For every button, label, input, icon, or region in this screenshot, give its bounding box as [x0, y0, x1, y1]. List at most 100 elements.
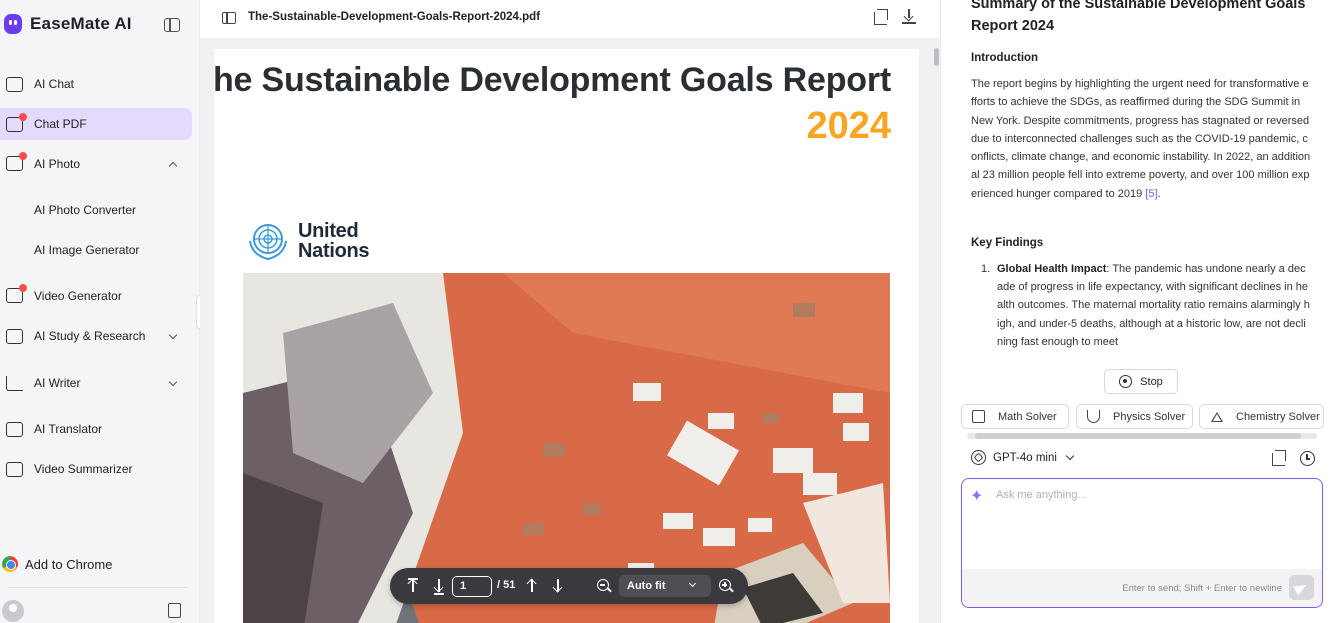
- model-name: GPT-4o mini: [993, 451, 1057, 464]
- sidebar-item-label: AI Photo: [34, 157, 81, 171]
- pdf-page-year: 2024: [806, 105, 891, 147]
- physics-solver-button[interactable]: Physics Solver: [1076, 404, 1193, 429]
- chevron-down-icon: [1065, 451, 1075, 460]
- tools-scrollbar[interactable]: [975, 433, 1301, 439]
- sidebar-item-chat-pdf[interactable]: Chat PDF: [0, 108, 192, 140]
- chevron-down-icon: [688, 579, 697, 588]
- sidebar-collapse-icon[interactable]: [164, 18, 180, 32]
- zoom-select-value: Auto fit: [627, 580, 666, 592]
- un-wordmark: United Nations: [298, 220, 370, 262]
- citation-link[interactable]: [5]: [1145, 188, 1157, 200]
- sidebar-item-ai-photo[interactable]: AI Photo: [0, 148, 192, 180]
- section-heading-key-findings: Key Findings: [971, 237, 1044, 249]
- brand[interactable]: EaseMate AI: [4, 14, 132, 34]
- sidebar-item-label: AI Writer: [34, 376, 81, 390]
- video-icon: [6, 284, 27, 303]
- sidebar-item-label: AI Study & Research: [34, 329, 146, 343]
- sidebar-item-ai-photo-converter[interactable]: AI Photo Converter: [0, 194, 192, 226]
- pen-icon: [6, 376, 23, 391]
- chevron-up-icon[interactable]: [168, 161, 178, 171]
- zoom-out-icon[interactable]: [597, 579, 612, 593]
- sidebar-item-ai-translator[interactable]: AI Translator: [0, 413, 192, 445]
- sidebar-item-ai-chat[interactable]: AI Chat: [0, 68, 192, 100]
- pdf-filename: The-Sustainable-Development-Goals-Report…: [248, 11, 541, 23]
- introduction-paragraph: The report begins by highlighting the ur…: [971, 78, 1311, 200]
- calculator-icon: [6, 329, 23, 344]
- magnet-icon: [1087, 410, 1100, 423]
- finding-title: Global Health Impact: [997, 263, 1107, 275]
- sidebar-item-video-generator[interactable]: Video Generator: [0, 280, 192, 312]
- list-number: 1.: [981, 263, 991, 275]
- summary-title: Summary of the Sustainable Development G…: [971, 0, 1306, 34]
- stop-circle-icon: [1119, 375, 1133, 388]
- tool-label: Math Solver: [998, 410, 1057, 423]
- chrome-icon: [2, 556, 18, 572]
- chat-history-icon[interactable]: [1300, 451, 1315, 466]
- tool-label: Physics Solver: [1113, 410, 1186, 423]
- sidebar-item-label: AI Chat: [34, 77, 75, 91]
- last-page-icon[interactable]: [430, 568, 448, 604]
- finding-item: Global Health Impact: The pandemic has u…: [997, 260, 1311, 351]
- flask-icon: [1210, 410, 1223, 423]
- chat-bubble-icon: [6, 77, 23, 92]
- first-page-icon[interactable]: [404, 568, 422, 604]
- section-heading-introduction: Introduction: [971, 52, 1039, 64]
- summary-panel: Summary of the Sustainable Development G…: [940, 0, 1336, 623]
- zoom-select[interactable]: Auto fit: [619, 575, 711, 597]
- sidebar-item-ai-study-research[interactable]: AI Study & Research: [0, 320, 192, 352]
- sidebar-item-ai-writer[interactable]: AI Writer: [0, 367, 192, 399]
- pdf-page-title: The Sustainable Development Goals Report: [214, 61, 891, 99]
- chat-input[interactable]: [996, 489, 1311, 501]
- stop-button[interactable]: Stop: [1104, 369, 1178, 394]
- un-wordmark-line2: Nations: [298, 240, 370, 262]
- translate-icon: [6, 422, 23, 437]
- photo-icon: [6, 152, 27, 171]
- calculator-icon: [972, 410, 985, 423]
- sidebar-item-label: Video Generator: [34, 289, 122, 303]
- introduction-text: The report begins by highlighting the ur…: [971, 78, 1311, 200]
- sidebar: EaseMate AI AI Chat Chat PDF AI Photo AI…: [0, 0, 200, 623]
- chevron-down-icon[interactable]: [168, 377, 178, 387]
- chemistry-solver-button[interactable]: Chemistry Solver: [1199, 404, 1324, 429]
- pdf-sidebar-toggle-icon[interactable]: [222, 12, 236, 24]
- pdf-page: The Sustainable Development Goals Report…: [214, 49, 919, 623]
- next-page-icon[interactable]: [549, 568, 567, 604]
- sparkle-icon: ✦: [970, 488, 984, 505]
- math-solver-button[interactable]: Math Solver: [961, 404, 1069, 429]
- pdf-scrollbar[interactable]: [934, 48, 939, 66]
- un-emblem-icon: [249, 224, 287, 261]
- tool-label: Chemistry Solver: [1236, 410, 1320, 423]
- easemate-logo-icon: [4, 14, 22, 34]
- un-wordmark-line1: United: [298, 220, 359, 242]
- finding-text: : The pandemic has undone nearly a decad…: [997, 263, 1310, 348]
- pdf-icon: [6, 113, 27, 132]
- avatar[interactable]: [2, 600, 24, 622]
- add-to-chrome-button[interactable]: Add to Chrome: [0, 552, 192, 576]
- pdf-viewer: The-Sustainable-Development-Goals-Report…: [200, 0, 940, 623]
- sidebar-item-label: AI Image Generator: [34, 243, 140, 257]
- send-button[interactable]: [1289, 575, 1314, 600]
- sidebar-item-label: AI Translator: [34, 422, 103, 436]
- download-icon-base: [902, 22, 916, 24]
- play-icon: [6, 462, 23, 477]
- stop-label: Stop: [1140, 375, 1163, 388]
- sidebar-item-label: Video Summarizer: [34, 462, 133, 476]
- crop-icon[interactable]: [874, 9, 888, 25]
- zoom-in-icon[interactable]: [719, 579, 734, 593]
- sidebar-divider: [8, 587, 188, 588]
- send-hint: Enter to send; Shift + Enter to newline: [1122, 583, 1282, 594]
- sidebar-item-video-summarizer[interactable]: Video Summarizer: [0, 453, 192, 485]
- previous-page-icon[interactable]: [523, 568, 541, 604]
- sidebar-item-label: Chat PDF: [34, 117, 87, 131]
- sidebar-item-ai-image-generator[interactable]: AI Image Generator: [0, 234, 192, 266]
- screenshot-crop-icon[interactable]: [1272, 450, 1286, 466]
- page-total: / 51: [497, 579, 516, 591]
- history-icon[interactable]: [168, 603, 181, 618]
- chat-composer-footer: Enter to send; Shift + Enter to newline: [962, 569, 1322, 607]
- chat-composer: ✦ Enter to send; Shift + Enter to newlin…: [961, 478, 1323, 608]
- page-number-input[interactable]: 1: [452, 576, 492, 597]
- pdf-toolbar: The-Sustainable-Development-Goals-Report…: [200, 0, 940, 38]
- pdf-page-controls: 1 / 51 Auto fit: [390, 568, 748, 604]
- chevron-down-icon[interactable]: [168, 330, 178, 340]
- model-selector[interactable]: GPT-4o mini: [971, 450, 1075, 465]
